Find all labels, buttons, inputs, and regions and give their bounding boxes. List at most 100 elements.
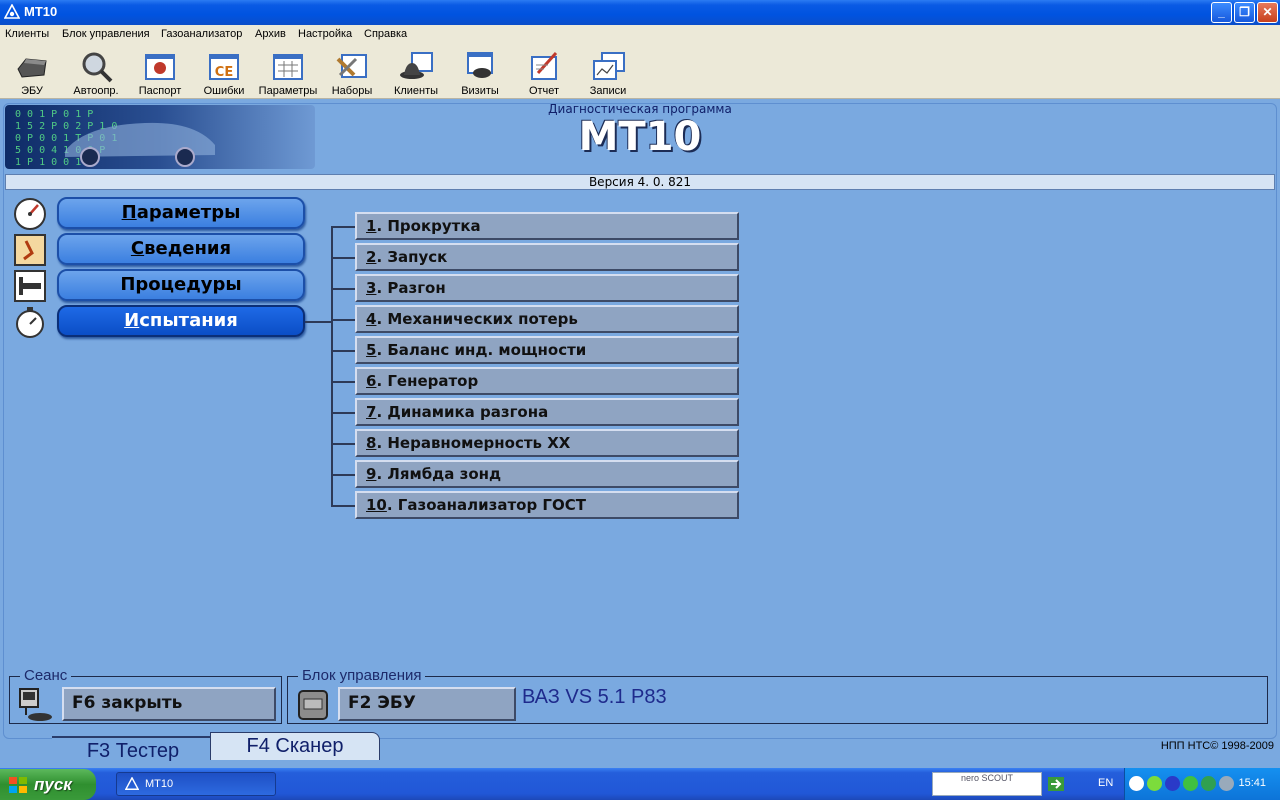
toolbar-label: Параметры	[258, 85, 318, 97]
report-icon	[531, 51, 558, 80]
menu-ecu[interactable]: Блок управления	[62, 28, 150, 40]
tray-expand-icon[interactable]	[1129, 776, 1144, 791]
tray-app-icon[interactable]	[1147, 776, 1162, 791]
test-item[interactable]: 10. Газоанализатор ГОСТ	[355, 491, 739, 519]
test-number: 6	[366, 372, 377, 390]
tab-tester[interactable]: F3 Тестер	[52, 736, 214, 764]
menu-label: спытания	[139, 310, 238, 331]
bluetooth-icon[interactable]	[1165, 776, 1180, 791]
system-tray: 15:41	[1124, 768, 1280, 800]
test-label: . Разгон	[376, 279, 446, 297]
safely-remove-icon[interactable]	[1219, 776, 1234, 791]
menu-settings[interactable]: Настройка	[298, 28, 352, 40]
ecu-select-button[interactable]: F2 ЭБУ	[338, 687, 516, 721]
tree-connector	[331, 381, 355, 383]
test-number: 3	[366, 279, 377, 297]
test-item[interactable]: 8. Неравномерность ХХ	[355, 429, 739, 457]
menu-info-button[interactable]: Сведения	[57, 233, 305, 265]
close-session-button[interactable]: F6 закрыть	[62, 687, 276, 721]
test-number: 4	[366, 310, 377, 328]
toolbar-label: ЭБУ	[21, 85, 43, 97]
procedure-icon	[14, 270, 46, 302]
toolbar-sets-button[interactable]: Наборы	[320, 47, 384, 99]
test-label: . Газоанализатор ГОСТ	[386, 496, 586, 514]
test-item[interactable]: 3. Разгон	[355, 274, 739, 302]
tree-connector	[305, 321, 333, 323]
test-number: 8	[366, 434, 377, 452]
app-icon	[4, 4, 20, 19]
visits-icon	[467, 52, 493, 78]
toolbar-label: Наборы	[331, 85, 373, 97]
language-indicator[interactable]: EN	[1098, 777, 1113, 789]
menu-help[interactable]: Справка	[364, 28, 407, 40]
test-item[interactable]: 6. Генератор	[355, 367, 739, 395]
toolbar-clients-button[interactable]: Клиенты	[384, 47, 448, 99]
ecu-name: ВАЗ VS 5.1 P83	[522, 686, 667, 708]
tree-connector	[331, 505, 355, 507]
menu-parameters-button[interactable]: Параметры	[57, 197, 305, 229]
toolbar-visits-button[interactable]: Визиты	[448, 47, 512, 99]
banner-title: МТ10	[578, 114, 702, 160]
taskbar: пуск MT10 nero SCOUT EN 15:41	[0, 768, 1280, 800]
test-number: 1	[366, 217, 377, 235]
test-item[interactable]: 1. Прокрутка	[355, 212, 739, 240]
toolbar-label: Клиенты	[393, 85, 439, 97]
records-icon	[593, 52, 625, 80]
menu-tests-button[interactable]: Испытания	[57, 305, 305, 337]
windows-logo-icon	[9, 777, 27, 793]
test-item[interactable]: 7. Динамика разгона	[355, 398, 739, 426]
test-number: 9	[366, 465, 377, 483]
nero-scout-widget[interactable]: nero SCOUT	[932, 772, 1042, 796]
tab-scanner[interactable]: F4 Сканер	[210, 732, 380, 760]
toolbar-label: Автоопр.	[73, 85, 119, 97]
test-label: . Механических потерь	[376, 310, 578, 328]
taskbar-item-mt10[interactable]: MT10	[116, 772, 276, 796]
test-item[interactable]: 9. Лямбда зонд	[355, 460, 739, 488]
tree-connector	[331, 350, 355, 352]
clock: 15:41	[1238, 777, 1266, 789]
session-group: Сеанс F6 закрыть	[9, 667, 282, 724]
test-item[interactable]: 2. Запуск	[355, 243, 739, 271]
ecu-icon	[17, 58, 47, 78]
menu-clients[interactable]: Клиенты	[5, 28, 49, 40]
start-button[interactable]: пуск	[0, 769, 96, 800]
arrow-right-icon[interactable]	[1048, 777, 1064, 791]
test-item[interactable]: 4. Механических потерь	[355, 305, 739, 333]
toolbar-autodetect-button[interactable]: Автоопр.	[64, 47, 128, 99]
test-number: 5	[366, 341, 377, 359]
errors-ce-icon: CE	[209, 54, 239, 80]
toolbar-ecu-button[interactable]: ЭБУ	[0, 47, 64, 99]
start-label: пуск	[34, 775, 72, 794]
tree-connector	[331, 257, 355, 259]
test-item[interactable]: 5. Баланс инд. мощности	[355, 336, 739, 364]
wifi-icon[interactable]	[1183, 776, 1198, 791]
menu-archive[interactable]: Архив	[255, 28, 286, 40]
accel-letter: И	[124, 310, 140, 331]
toolbar-report-button[interactable]: Отчет	[512, 47, 576, 99]
test-label: . Баланс инд. мощности	[376, 341, 587, 359]
menu-procedures-button[interactable]: Процедуры	[57, 269, 305, 301]
toolbar-label: Отчет	[528, 85, 560, 97]
toolbar-errors-button[interactable]: CE Ошибки	[192, 47, 256, 99]
minimize-button[interactable]: _	[1211, 2, 1232, 23]
test-label: . Запуск	[376, 248, 448, 266]
tools-icon	[336, 54, 367, 78]
menu-label: ведения	[144, 238, 232, 259]
toolbar-parameters-button[interactable]: Параметры	[256, 47, 320, 99]
test-label: . Лямбда зонд	[376, 465, 502, 483]
toolbar-records-button[interactable]: Записи	[576, 47, 640, 99]
main-panel: 0 0 1 P 0 1 P 1 5 2 P 0 2 P 1 0 0 P 0 0 …	[0, 100, 1280, 768]
network-icon[interactable]	[1201, 776, 1216, 791]
menu-gas-analyzer[interactable]: Газоанализатор	[161, 28, 242, 40]
maximize-button[interactable]: ❐	[1234, 2, 1255, 23]
passport-icon	[145, 54, 175, 80]
ecu-device-icon	[298, 690, 328, 720]
accel-letter: С	[130, 238, 145, 259]
test-label: . Генератор	[376, 372, 479, 390]
toolbar-passport-button[interactable]: Паспорт	[128, 47, 192, 99]
tree-connector	[331, 474, 355, 476]
toolbar: ЭБУ Автоопр. Паспорт CE Ошибки Параметры	[0, 45, 1280, 99]
test-label: . Прокрутка	[376, 217, 481, 235]
close-button[interactable]: ✕	[1257, 2, 1278, 23]
title-bar[interactable]: MT10 _ ❐ ✕	[0, 0, 1280, 25]
